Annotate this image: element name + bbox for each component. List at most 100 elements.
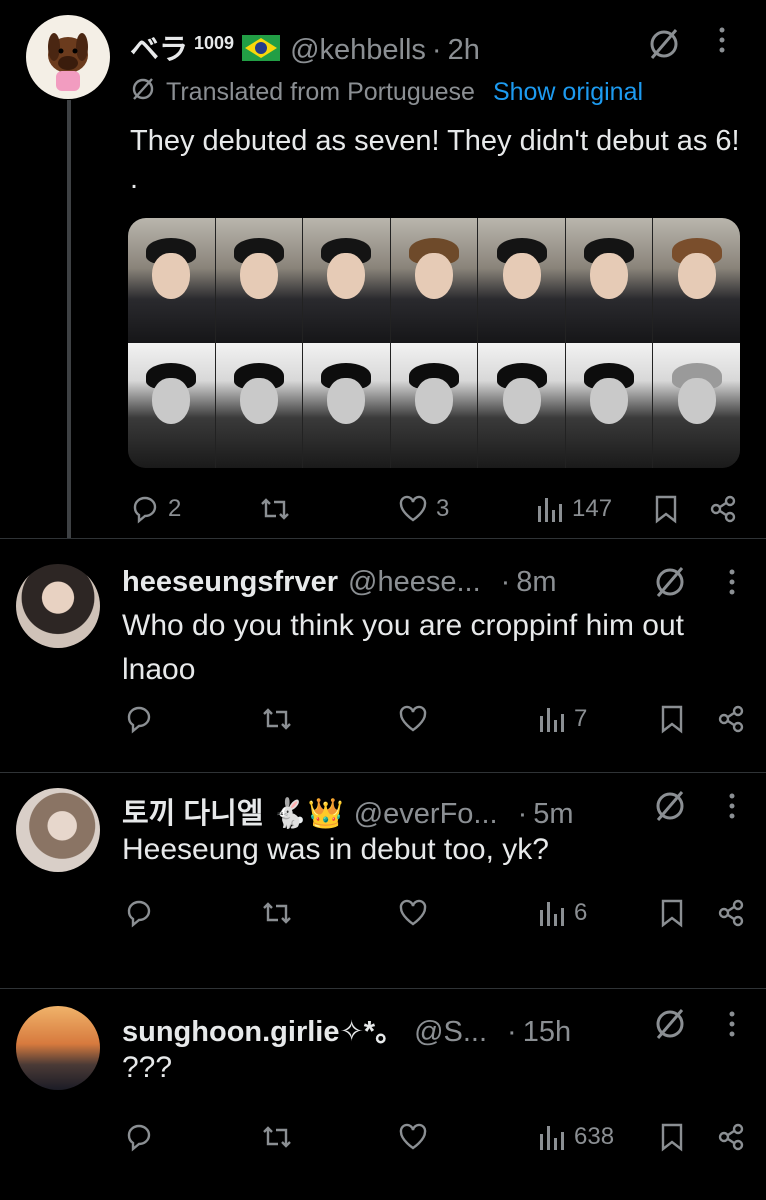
reply-button[interactable]: 2 <box>130 494 181 524</box>
heart-icon <box>399 495 427 522</box>
more-vertical-icon[interactable] <box>726 566 738 605</box>
post-header: 토끼 다니엘 🐇👑 @everFo... · 5m <box>122 790 574 832</box>
post-text: They debuted as seven! They didn't debut… <box>130 125 740 195</box>
views-icon <box>540 902 564 926</box>
repost-button[interactable] <box>258 494 292 524</box>
display-name[interactable]: 토끼 다니엘 🐇👑 <box>122 790 344 832</box>
more-vertical-icon[interactable] <box>726 790 738 829</box>
translated-from-label: Translated from Portuguese <box>166 78 475 106</box>
avatar[interactable] <box>16 1006 100 1090</box>
reply-button[interactable] <box>124 1122 154 1152</box>
like-button[interactable]: 3 <box>398 494 449 524</box>
share-button[interactable] <box>708 494 738 524</box>
heart-icon <box>399 705 427 732</box>
translation-notice: Translated from Portuguese Show original <box>130 76 643 109</box>
like-button[interactable] <box>398 1122 428 1152</box>
post-image[interactable] <box>128 218 740 468</box>
views-button[interactable]: 147 <box>536 494 612 524</box>
reply-button[interactable] <box>124 704 154 734</box>
post-text: Who do you think you are croppinf him ou… <box>122 609 684 686</box>
translate-icon <box>130 76 156 109</box>
translate-off-icon[interactable] <box>652 564 688 600</box>
post-header: sunghoon.girlie✧*。 @S... · 15h <box>122 1008 571 1050</box>
views-button[interactable]: 6 <box>538 898 587 928</box>
view-count: 7 <box>574 705 588 732</box>
avatar[interactable] <box>26 15 110 99</box>
bookmark-icon <box>655 495 677 524</box>
post-text: ??? <box>122 1051 173 1084</box>
share-button[interactable] <box>716 1122 746 1152</box>
photo-tile <box>215 218 304 343</box>
flag-emoji <box>242 35 281 61</box>
handle[interactable]: @kehbells <box>290 34 426 67</box>
display-name[interactable]: heeseungsfrver <box>122 566 338 599</box>
share-icon <box>718 1123 744 1151</box>
share-button[interactable] <box>716 704 746 734</box>
bookmark-button[interactable] <box>660 704 684 734</box>
post-text: Heeseung was in debut too, yk? <box>122 833 549 866</box>
like-button[interactable] <box>398 898 428 928</box>
repost-icon <box>263 708 291 730</box>
translate-off-icon[interactable] <box>652 1006 688 1042</box>
photo-tile <box>390 218 479 343</box>
main-post[interactable]: ベラ 1009 @kehbells · 2h Translated from P… <box>0 0 766 538</box>
display-name[interactable]: ベラ <box>130 26 188 68</box>
photo-tile <box>215 343 304 468</box>
like-button[interactable] <box>398 704 428 734</box>
views-button[interactable]: 7 <box>538 704 587 734</box>
heart-icon <box>399 1123 427 1150</box>
handle[interactable]: @heese... <box>348 566 481 599</box>
share-button[interactable] <box>716 898 746 928</box>
repost-button[interactable] <box>260 1122 294 1152</box>
photo-tile <box>478 218 566 343</box>
timestamp[interactable]: 8m <box>516 566 556 599</box>
show-original-link[interactable]: Show original <box>493 78 643 107</box>
views-icon <box>538 498 562 522</box>
bookmark-icon <box>661 899 683 928</box>
photo-tile <box>653 343 740 468</box>
timestamp[interactable]: 15h <box>523 1016 571 1049</box>
translate-off-icon[interactable] <box>652 788 688 824</box>
repost-icon <box>261 498 289 520</box>
timestamp[interactable]: 2h <box>448 34 480 67</box>
timestamp[interactable]: 5m <box>533 798 573 831</box>
views-icon <box>540 1126 564 1150</box>
display-name[interactable]: sunghoon.girlie✧*。 <box>122 1008 404 1050</box>
reply-icon <box>127 900 151 928</box>
photo-tile <box>128 343 216 468</box>
handle[interactable]: @S... <box>414 1016 487 1049</box>
heart-icon <box>399 899 427 926</box>
views-button[interactable]: 638 <box>538 1122 614 1152</box>
photo-tile <box>565 343 654 468</box>
share-icon <box>710 495 736 523</box>
avatar[interactable] <box>16 564 100 648</box>
handle[interactable]: @everFo... <box>354 798 498 831</box>
divider <box>0 772 766 773</box>
photo-tile <box>390 343 479 468</box>
reply-count: 2 <box>168 495 182 522</box>
photo-tile <box>128 218 216 343</box>
avatar[interactable] <box>16 788 100 872</box>
photo-tile <box>303 343 391 468</box>
more-vertical-icon[interactable] <box>716 24 728 63</box>
view-count: 6 <box>574 899 588 926</box>
translate-off-icon[interactable] <box>646 26 682 62</box>
more-vertical-icon[interactable] <box>726 1008 738 1047</box>
photo-tile <box>478 343 566 468</box>
post-header: heeseungsfrver @heese... · 8m <box>122 566 557 599</box>
repost-button[interactable] <box>260 898 294 928</box>
reply-button[interactable] <box>124 898 154 928</box>
photo-tile <box>303 218 391 343</box>
bookmark-button[interactable] <box>660 1122 684 1152</box>
bookmark-button[interactable] <box>660 898 684 928</box>
share-icon <box>718 705 744 733</box>
view-count: 147 <box>572 495 613 522</box>
thread-line <box>67 100 71 538</box>
repost-button[interactable] <box>260 704 294 734</box>
dot-separator: · <box>507 1016 517 1048</box>
repost-icon <box>263 1126 291 1148</box>
bookmark-button[interactable] <box>654 494 678 524</box>
repost-icon <box>263 902 291 924</box>
reply-icon <box>127 706 151 734</box>
view-count: 638 <box>574 1123 615 1150</box>
